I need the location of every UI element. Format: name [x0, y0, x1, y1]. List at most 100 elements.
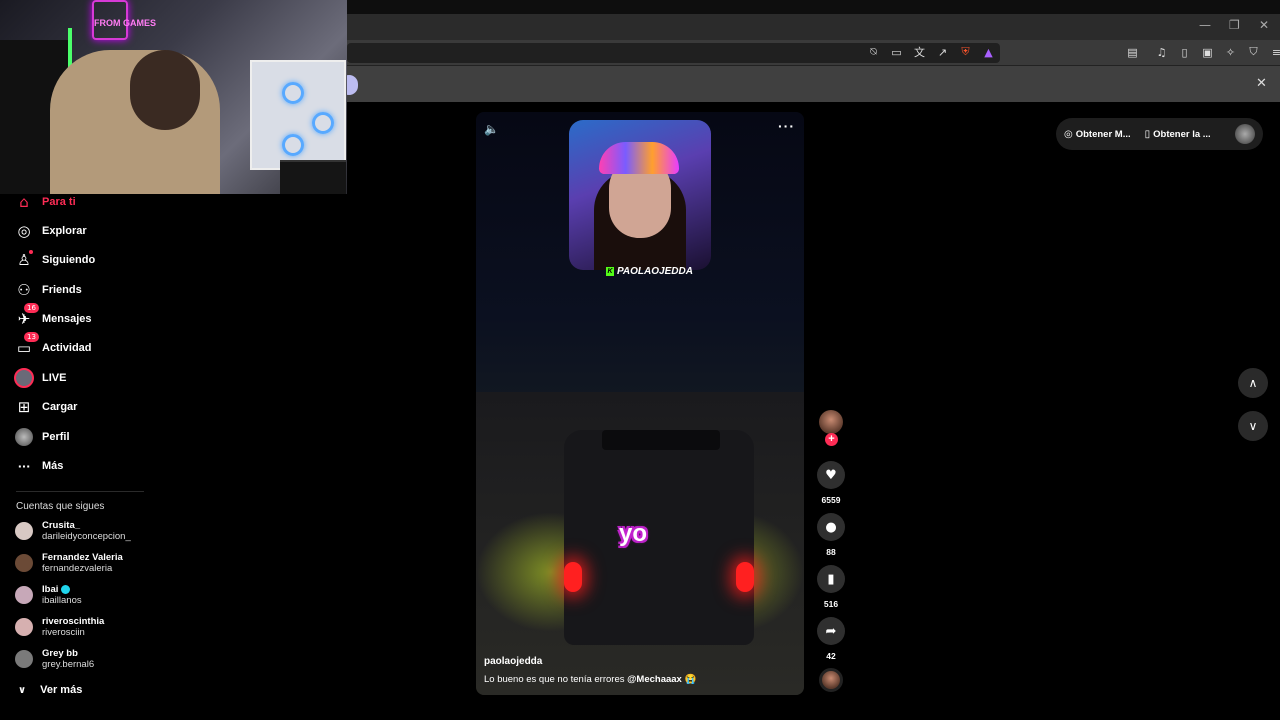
followed-account[interactable]: riveroscinthia riverosciin	[15, 616, 104, 638]
get-mobile-app-chip[interactable]: ▯ Obtener la ...	[1145, 129, 1211, 140]
sidebar-item-friends[interactable]: ⚇ Friends	[14, 279, 81, 301]
video-author[interactable]: paolaojedda	[484, 656, 542, 667]
compass-icon: ◎	[17, 222, 31, 240]
account-name-row: Ibai	[42, 584, 82, 595]
more-icon: ···	[17, 459, 31, 473]
see-more-label: Ver más	[40, 684, 83, 696]
chip-label: Obtener M...	[1075, 128, 1131, 140]
avatar[interactable]	[1235, 124, 1255, 144]
sidebar-item-siguiendo[interactable]: ♙ Siguiendo	[14, 249, 95, 271]
minimize-button[interactable]: —	[1199, 18, 1211, 32]
friends-icon: ⚇	[17, 281, 31, 299]
followed-account[interactable]: Crusita_ darileidyconcepcion_	[15, 520, 131, 542]
video-car	[564, 430, 754, 645]
home-icon: ⌂	[19, 193, 29, 211]
see-more-button[interactable]: ∨ Ver más	[18, 684, 82, 696]
sidebar-item-actividad[interactable]: ▭ 13 Actividad	[14, 332, 92, 359]
followed-account[interactable]: Fernandez Valeria fernandezvaleria	[15, 552, 123, 574]
profile-icon	[14, 427, 34, 447]
like-count: 6559	[821, 495, 841, 505]
brave-rewards-icon[interactable]: ▲	[982, 45, 995, 59]
sidebar-item-explorar[interactable]: ◎ Explorar	[14, 220, 86, 242]
compass-icon: ◎	[1064, 128, 1073, 140]
leo-icon[interactable]: ✧	[1224, 45, 1237, 59]
sidebar-item-perfil[interactable]: Perfil	[14, 426, 70, 448]
next-video-button[interactable]: ∨	[1238, 411, 1268, 441]
live-icon	[14, 368, 34, 388]
translate-icon[interactable]: 文	[913, 45, 926, 59]
wallet-icon[interactable]: ▣	[1201, 45, 1214, 59]
divider	[16, 491, 144, 492]
avatar	[15, 522, 33, 540]
sidebar-item-para-ti[interactable]: ⌂ Para ti	[14, 191, 75, 213]
messages-badge: 16	[24, 303, 39, 313]
share-button[interactable]: ➦	[817, 617, 845, 645]
account-name: Crusita_	[42, 520, 81, 531]
neon-sign-text: FROM GAMES	[94, 18, 156, 28]
browser-right-icons: ▤ ♫ ▯ ▣ ✧ ⛉ ≡	[1126, 45, 1280, 59]
sidebar-item-label: LIVE	[42, 372, 67, 384]
sidebar-item-mensajes[interactable]: ✈ 16 Mensajes	[14, 303, 92, 330]
verified-icon	[61, 585, 71, 594]
following-icon: ♙	[14, 250, 34, 270]
followed-account[interactable]: Grey bb grey.bernal6	[15, 648, 94, 670]
sidebar-item-cargar[interactable]: ⊞ Cargar	[14, 396, 78, 418]
sidebar-item-label: Actividad	[42, 342, 92, 354]
caption-text: Lo bueno es que no tenía errores	[484, 674, 625, 685]
sidebar-icon[interactable]: ▯	[1178, 45, 1191, 59]
get-app-chip[interactable]: ◎ Obtener M...	[1064, 129, 1131, 140]
following-section-title: Cuentas que sigues	[16, 501, 105, 512]
cast-icon[interactable]: ▭	[890, 45, 903, 59]
close-banner-button[interactable]: ✕	[1256, 76, 1267, 91]
maximize-button[interactable]: ❐	[1229, 18, 1240, 32]
heart-icon: ♥	[825, 467, 837, 483]
sidebar-item-label: Siguiendo	[42, 254, 96, 266]
avatar	[15, 554, 33, 572]
avatar	[15, 586, 33, 604]
like-button[interactable]: ♥	[817, 461, 845, 489]
music-icon[interactable]: ♫	[1155, 45, 1168, 59]
streamer-head	[130, 50, 200, 130]
volume-icon[interactable]: 🔈	[484, 122, 499, 136]
follow-button[interactable]: +	[825, 433, 838, 446]
no-wifi-icon[interactable]: ⍉	[867, 45, 880, 59]
sidebar-item-label: Cargar	[42, 401, 78, 413]
share-icon[interactable]: ↗	[936, 45, 949, 59]
video-player[interactable]: K PAOLAOJEDDA yo 🔈 ··· paolaojedda Lo bue…	[476, 112, 804, 695]
creator-avatar[interactable]	[819, 410, 843, 434]
account-name: Ibai	[42, 584, 59, 595]
pc-case	[250, 60, 346, 170]
comment-button[interactable]: ●	[817, 513, 845, 541]
account-handle: fernandezvaleria	[42, 563, 113, 574]
address-bar-icons: ⍉ ▭ 文 ↗ ⛨ ▲	[867, 45, 995, 59]
previous-video-button[interactable]: ∧	[1238, 368, 1268, 398]
chevron-down-icon: ∨	[1248, 419, 1258, 433]
menu-icon[interactable]: ≡	[1270, 45, 1280, 59]
streamer-cam	[569, 120, 711, 270]
sidebar-item-live[interactable]: LIVE	[14, 367, 66, 389]
account-handle: riverosciin	[42, 627, 85, 638]
close-window-button[interactable]: ✕	[1259, 18, 1269, 32]
account-handle: ibaillanos	[42, 595, 82, 606]
fan-icon	[282, 82, 304, 104]
tab-strip[interactable]	[347, 14, 1280, 40]
upload-icon: ⊞	[17, 398, 31, 416]
brave-shield-icon[interactable]: ⛨	[959, 45, 972, 59]
account-name: riveroscinthia	[42, 616, 105, 627]
sound-disc[interactable]	[819, 668, 843, 692]
sidebar-item-label: Perfil	[42, 431, 70, 443]
streamer-cap	[599, 142, 679, 174]
caption-mention[interactable]: @Mechaaax	[627, 674, 682, 685]
reader-icon[interactable]: ▤	[1126, 45, 1139, 59]
sidebar-item-label: Más	[42, 460, 64, 472]
followed-account[interactable]: Ibai ibaillanos	[15, 584, 82, 606]
sidebar-item-mas[interactable]: ··· Más	[14, 455, 64, 477]
audio-mixer	[280, 160, 346, 194]
chevron-up-icon: ∧	[1248, 376, 1258, 390]
account-name: Fernandez Valeria	[42, 552, 123, 563]
more-options-icon[interactable]: ···	[778, 118, 795, 134]
video-caption: Lo bueno es que no tenía errores @Mechaa…	[484, 674, 696, 685]
vpn-icon[interactable]: ⛉	[1247, 45, 1260, 59]
avatar	[15, 650, 33, 668]
save-button[interactable]: ▮	[817, 565, 845, 593]
